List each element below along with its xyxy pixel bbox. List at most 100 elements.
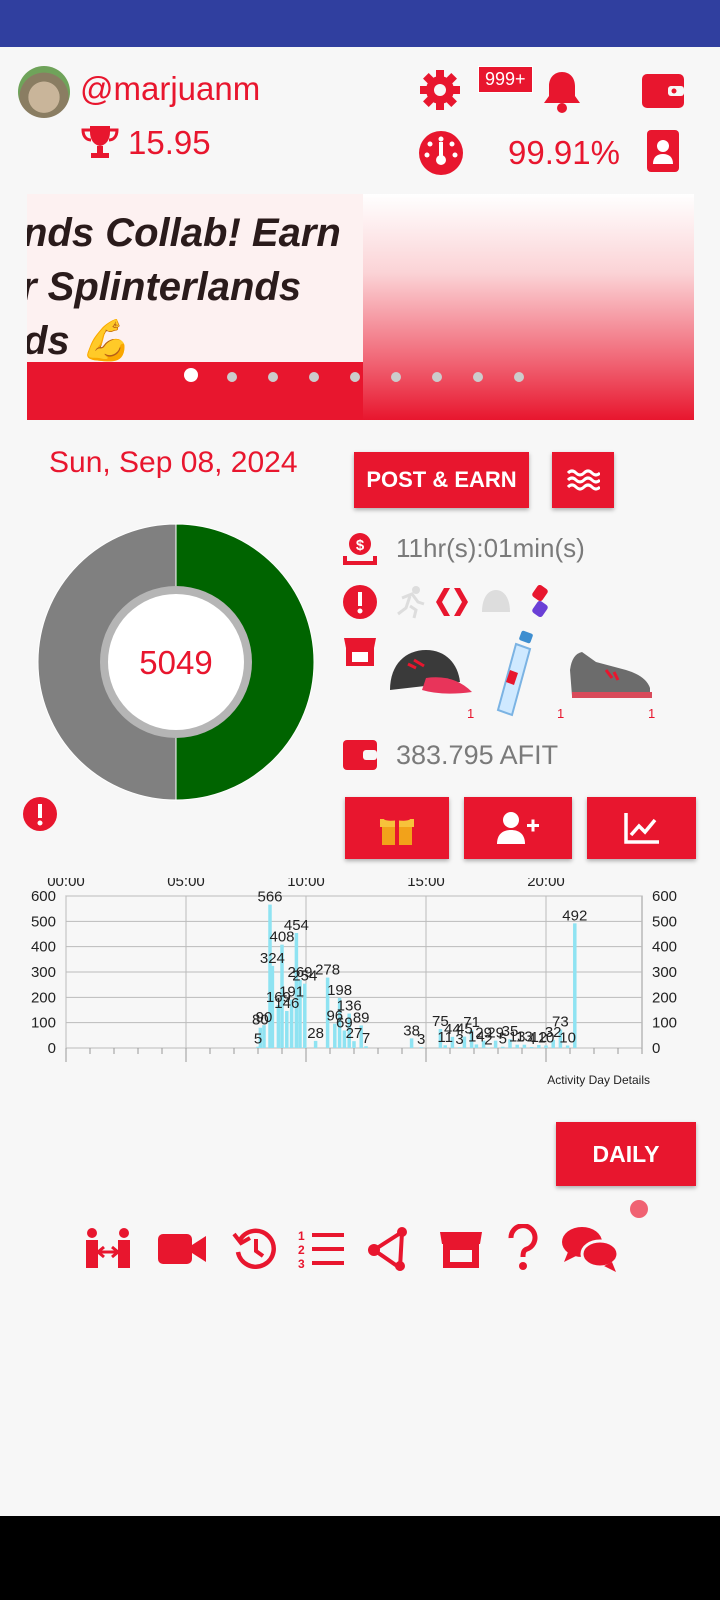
friends-icon[interactable] [82,1226,134,1270]
svg-text:$: $ [356,537,365,554]
chart-bar [409,1038,414,1048]
alert-icon[interactable] [22,796,58,832]
menu-button[interactable] [552,452,614,508]
cap-count: 1 [467,706,475,721]
wallet-icon [343,740,377,770]
stats-button[interactable] [587,797,696,859]
chart-bar-label: 324 [260,950,285,967]
carousel-dot[interactable] [227,372,237,382]
shoe-gear[interactable] [566,640,656,704]
help-icon[interactable] [506,1224,540,1272]
chart-bar [313,1040,318,1048]
banner-image: nds Collab! Earn r Splinterlands ds 💪 [27,194,363,420]
chart-bar-label: 28 [307,1025,324,1042]
chart-bar [285,1011,289,1048]
step-count: 5049 [139,644,212,681]
promo-banner[interactable]: nds Collab! Earn r Splinterlands ds 💪 [27,194,694,420]
chart-bar-label: 454 [284,917,309,934]
gear-icon[interactable] [418,68,462,112]
cap-gear[interactable] [386,640,476,702]
running-icon [397,586,425,619]
chart-icon [623,813,659,844]
y-tick-label-right: 600 [652,888,677,905]
carousel-dot[interactable] [268,372,278,382]
chart-bar-label: 566 [257,889,282,906]
gift-button[interactable] [345,797,449,859]
svg-text:1: 1 [298,1229,305,1243]
efficiency-percentage: 99.91% [508,134,620,171]
chart-bar-label: 278 [315,962,340,979]
banner-line: ds 💪 [27,319,131,363]
waves-icon [566,469,600,491]
username[interactable]: @marjuanm [80,70,260,108]
carousel-dot[interactable] [432,372,442,382]
chart-bar-label: 3 [417,1031,425,1048]
chart-bar-label: 254 [292,968,317,985]
y-tick-label-right: 100 [652,1015,677,1032]
banner-line: nds Collab! Earn [27,211,341,255]
chart-bar [493,1040,498,1048]
carousel-dot[interactable] [350,372,360,382]
chart-bar-label: 10 [559,1029,576,1046]
helmet-icon [482,590,510,612]
carousel-dot[interactable] [473,372,483,382]
shop-icon[interactable] [342,634,378,668]
chart-bar-label: 198 [327,982,352,999]
speedometer-icon[interactable] [418,130,464,176]
chart-bar [352,1041,356,1048]
ordered-list-icon[interactable]: 123 [298,1228,346,1270]
carousel-dot[interactable] [514,372,524,382]
payout-icon: $ [343,533,377,565]
id-card-icon[interactable] [645,128,681,174]
x-axis-ticks: 00:00 05:00 10:00 15:00 20:00 [47,878,565,890]
video-icon[interactable] [156,1230,208,1268]
post-and-earn-button[interactable]: POST & EARN [354,452,529,508]
x-tick-label: 20:00 [527,878,565,890]
alert-icon[interactable] [342,584,378,620]
y-tick-label-right: 200 [652,989,677,1006]
shoe-count: 1 [648,706,656,721]
trophy-value: 15.95 [128,124,211,161]
chart-bar-label: 492 [562,907,587,924]
wallet-icon[interactable] [640,70,686,110]
add-friend-button[interactable] [464,797,572,859]
daily-button[interactable]: DAILY [556,1122,696,1186]
water-bottle-gear[interactable] [490,630,550,720]
chat-icon[interactable] [560,1224,620,1274]
add-user-icon [497,812,539,844]
y-tick-label-right: 400 [652,939,677,956]
y-tick-label-right: 500 [652,913,677,930]
gift-icon [380,811,414,845]
chart-bar-label: 7 [362,1030,370,1047]
y-tick-label-left: 400 [31,939,56,956]
chart-annotation: Activity Day Details [547,1073,650,1087]
x-tick-label: 05:00 [167,878,205,890]
chart-bar-label: 27 [346,1025,363,1042]
activity-bar-chart[interactable]: 00:00 05:00 10:00 15:00 20:00 600 600500 50040… [22,878,702,1088]
svg-text:2: 2 [298,1243,305,1257]
steps-donut-chart[interactable]: 5049 [35,521,317,803]
chart-bar-label: 73 [552,1014,569,1031]
history-icon[interactable] [232,1226,278,1272]
share-icon[interactable] [366,1226,410,1272]
x-tick-label: 15:00 [407,878,445,890]
bell-icon[interactable] [540,68,584,114]
payout-timer: 11hr(s):01min(s) [396,533,585,563]
afit-balance: 383.795 AFIT [396,740,559,770]
carousel-dot[interactable] [391,372,401,382]
chart-bar-label: 5 [254,1031,262,1048]
y-tick-label-right: 300 [652,964,677,981]
activity-date[interactable]: Sun, Sep 08, 2024 [49,446,298,480]
carousel-dot[interactable] [309,372,319,382]
status-bar [0,0,720,47]
carousel-dot[interactable] [184,368,198,382]
y-tick-label-left: 100 [31,1015,56,1032]
indicator-dot [630,1200,648,1218]
avatar[interactable] [18,66,70,118]
y-tick-label-left: 300 [31,964,56,981]
trophy-icon [81,126,119,158]
chart-bar-label: 90 [256,1009,273,1026]
banner-next-slide [363,194,694,420]
store-icon[interactable] [438,1228,484,1270]
y-tick-label-left: 600 [31,888,56,905]
